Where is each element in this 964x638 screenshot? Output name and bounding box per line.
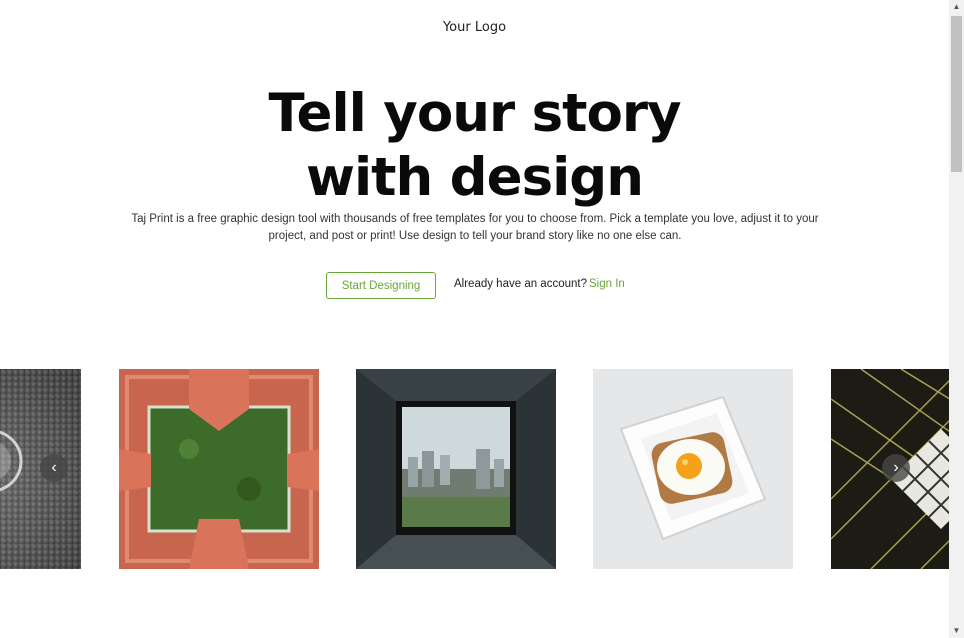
sign-in-link[interactable]: Sign In xyxy=(589,278,625,290)
image-carousel xyxy=(0,369,949,569)
chevron-right-icon: › xyxy=(893,459,899,476)
start-designing-button[interactable]: Start Designing xyxy=(326,272,436,299)
chevron-left-icon: ‹ xyxy=(51,459,57,476)
carousel-prev-button[interactable]: ‹ xyxy=(40,454,68,482)
carousel-image-egg-toast[interactable] xyxy=(593,369,793,569)
account-prompt: Already have an account? xyxy=(454,278,587,290)
scroll-thumb[interactable] xyxy=(951,16,962,172)
scroll-down-icon[interactable]: ▼ xyxy=(949,624,964,638)
carousel-next-button[interactable]: › xyxy=(882,454,910,482)
scroll-up-icon[interactable]: ▲ xyxy=(949,0,964,14)
hero-title-line2: with design xyxy=(306,147,644,208)
page-scrollbar[interactable]: ▲ ▼ xyxy=(949,0,964,638)
hero-description: Taj Print is a free graphic design tool … xyxy=(131,213,819,242)
logo[interactable]: Your Logo xyxy=(0,20,949,35)
hero-title: Tell your story with design xyxy=(0,82,949,210)
carousel-image-courtyard[interactable] xyxy=(119,369,319,569)
carousel-image-city-window[interactable] xyxy=(356,369,556,569)
hero-title-line1: Tell your story xyxy=(268,83,681,144)
